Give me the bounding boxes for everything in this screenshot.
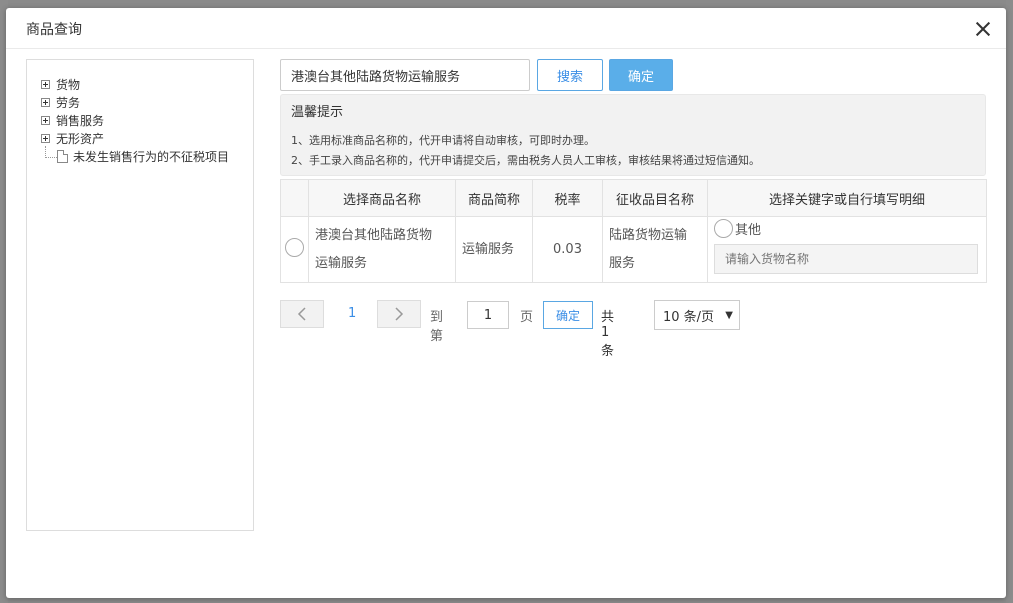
tree-item-goods[interactable]: 货物 — [41, 75, 80, 93]
tax-rate: 0.03 — [553, 242, 582, 258]
tax-item-line: 陆路货物运输 — [609, 227, 688, 243]
tree-item-label: 未发生销售行为的不征税项目 — [73, 149, 230, 164]
column-header: 商品简称 — [455, 178, 533, 218]
column-header: 选择商品名称 — [308, 178, 456, 218]
other-option[interactable]: 其他 — [708, 219, 986, 239]
chevron-left-icon — [297, 307, 306, 321]
expand-icon[interactable] — [41, 97, 50, 107]
tax-item-cell: 陆路货物运输 服务 — [602, 216, 708, 283]
search-input[interactable] — [280, 59, 530, 91]
tree-connector — [45, 146, 57, 158]
tips-title: 温馨提示 — [291, 105, 344, 120]
tax-rate-cell: 0.03 — [532, 216, 603, 283]
column-header-select — [280, 178, 309, 218]
tree-item-sales-service[interactable]: 销售服务 — [41, 111, 104, 129]
table-row: 港澳台其他陆路货物 运输服务 运输服务 0.03 陆路货物运输 服务 其他 — [280, 216, 987, 283]
total-count: 共 1 条 — [601, 310, 615, 359]
next-page-button[interactable] — [377, 300, 421, 328]
goto-confirm-button[interactable]: 确定 — [543, 301, 593, 329]
backdrop — [1006, 0, 1013, 603]
row-radio[interactable] — [285, 238, 304, 258]
product-name-line: 港澳台其他陆路货物 — [315, 227, 433, 243]
row-select-cell — [280, 216, 309, 283]
column-header: 税率 — [532, 178, 603, 218]
tree-item-non-taxable[interactable]: 未发生销售行为的不征税项目 — [57, 147, 229, 165]
tree-item-intangible[interactable]: 无形资产 — [41, 129, 104, 147]
category-tree: 货物 劳务 销售服务 无形资产 未发生销售行为的不征税项目 — [26, 59, 254, 531]
other-label: 其他 — [735, 223, 762, 239]
dialog-title: 商品查询 — [26, 22, 82, 38]
expand-icon[interactable] — [41, 133, 50, 143]
goto-page-input[interactable] — [467, 301, 509, 329]
close-icon[interactable] — [974, 20, 992, 38]
product-short: 运输服务 — [462, 241, 515, 257]
product-short-cell: 运输服务 — [455, 216, 533, 283]
confirm-button[interactable]: 确定 — [609, 59, 673, 91]
prev-page-button[interactable] — [280, 300, 324, 328]
column-header: 征收品目名称 — [602, 178, 708, 218]
expand-icon[interactable] — [41, 115, 50, 125]
document-icon — [57, 149, 68, 163]
tips-box: 温馨提示 1、选用标准商品名称的，代开申请将自动审核，可即时办理。 2、手工录入… — [280, 94, 986, 176]
tree-item-label: 货物 — [56, 77, 81, 92]
page-size-value: 10 条/页 — [663, 309, 715, 325]
expand-icon[interactable] — [41, 79, 50, 89]
tree-item-label: 销售服务 — [56, 113, 105, 128]
column-header: 选择关键字或自行填写明细 — [707, 178, 987, 218]
dialog-header: 商品查询 — [6, 8, 1006, 49]
search-button[interactable]: 搜索 — [537, 59, 603, 91]
tax-item-line: 服务 — [609, 255, 636, 271]
caret-down-icon: ▼ — [725, 310, 733, 321]
table-header-row: 选择商品名称 商品简称 税率 征收品目名称 选择关键字或自行填写明细 — [280, 178, 987, 218]
keyword-cell: 其他 — [707, 216, 987, 283]
product-table: 选择商品名称 商品简称 税率 征收品目名称 选择关键字或自行填写明细 港澳台其他… — [280, 178, 987, 283]
current-page[interactable]: 1 — [348, 306, 356, 321]
tips-line-2: 2、手工录入商品名称的，代开申请提交后，需由税务人员人工审核，审核结果将通过短信… — [291, 154, 760, 167]
goto-label: 到第 — [430, 310, 444, 344]
product-query-dialog: 商品查询 货物 劳务 销售服务 无形资产 未发生销售行为的不征税项目 搜索 确定… — [6, 8, 1006, 598]
product-name-line: 运输服务 — [315, 255, 368, 271]
chevron-right-icon — [395, 307, 404, 321]
tree-item-labor[interactable]: 劳务 — [41, 93, 80, 111]
page-size-select[interactable]: 10 条/页 ▼ — [654, 300, 740, 330]
product-name-cell: 港澳台其他陆路货物 运输服务 — [308, 216, 456, 283]
tips-line-1: 1、选用标准商品名称的，代开申请将自动审核，可即时办理。 — [291, 134, 595, 147]
other-radio[interactable] — [714, 219, 733, 239]
goods-name-input[interactable] — [714, 244, 978, 275]
tree-item-label: 无形资产 — [56, 131, 105, 146]
tree-item-label: 劳务 — [56, 95, 81, 110]
page-unit-label: 页 — [520, 310, 534, 325]
